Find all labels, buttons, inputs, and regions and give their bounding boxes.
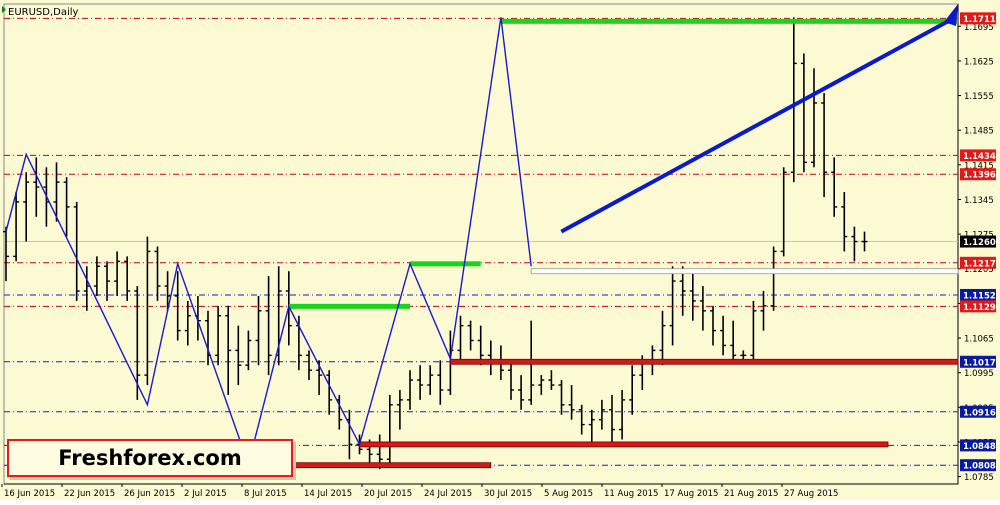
chart-root: EURUSD,Daily 1.1695 1.1625 1.1555 1.1485 1.14…	[0, 0, 1000, 500]
freshforex-logo: Freshforex.com	[7, 439, 293, 477]
price-badge-label: 1.1434	[963, 152, 996, 162]
zone-red	[449, 358, 959, 365]
x-tick-label: 5 Aug 2015	[544, 489, 593, 499]
zone-green	[410, 261, 481, 267]
x-tick-label: 22 Jun 2015	[64, 489, 115, 499]
y-tick-label: 1.1625	[964, 57, 994, 67]
y-tick-label: 1.0785	[964, 473, 994, 483]
x-tick-label: 30 Jul 2015	[484, 489, 532, 499]
x-tick-label: 21 Aug 2015	[724, 489, 778, 499]
price-badge-label: 1.0808	[963, 462, 996, 472]
y-tick-label: 1.1065	[964, 335, 994, 345]
x-tick-label: 16 Jun 2015	[4, 489, 55, 499]
x-tick-label: 24 Jul 2015	[424, 489, 472, 499]
y-tick-label: 1.1485	[964, 127, 994, 137]
price-badge-label: 1.0916	[963, 408, 996, 418]
x-tick-label: 20 Jul 2015	[364, 489, 412, 499]
zone-green	[288, 303, 410, 309]
zone-white	[530, 268, 959, 275]
chart-svg: EURUSD,Daily1.16951.16251.15551.14851.14…	[1, 3, 996, 499]
price-badge-label: 1.1017	[963, 358, 996, 368]
x-tick-label: 27 Aug 2015	[784, 489, 838, 499]
price-badge-label: 1.1711	[963, 15, 996, 25]
price-badge-label: 1.1129	[963, 303, 996, 313]
price-badge-label: 1.0848	[963, 442, 996, 452]
zone-red	[359, 441, 889, 448]
y-tick-label: 1.0995	[964, 369, 994, 379]
y-tick-label: 1.1555	[964, 92, 994, 102]
x-tick-label: 26 Jun 2015	[124, 489, 175, 499]
price-badge-label: 1.1260	[963, 238, 996, 248]
zone-green	[500, 18, 958, 24]
x-tick-label: 14 Jul 2015	[304, 489, 352, 499]
x-tick-label: 2 Jul 2015	[184, 489, 227, 499]
price-badge-label: 1.1217	[963, 259, 996, 269]
price-badge-label: 1.1396	[963, 171, 996, 181]
y-tick-label: 1.1345	[964, 196, 994, 206]
x-tick-label: 8 Jul 2015	[244, 489, 287, 499]
price-badge-label: 1.1152	[963, 291, 996, 301]
x-tick-label: 11 Aug 2015	[604, 489, 658, 499]
x-tick-label: 17 Aug 2015	[664, 489, 718, 499]
chart-title: EURUSD,Daily	[8, 7, 79, 18]
